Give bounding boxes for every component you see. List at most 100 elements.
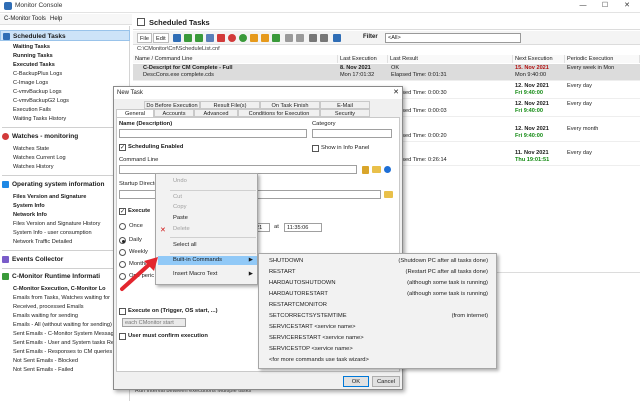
tab-on-task-finish[interactable]: On Task Finish bbox=[260, 101, 320, 109]
cancel-button[interactable]: Cancel bbox=[372, 376, 400, 387]
nav-not-sent-failed[interactable]: Not Sent Emails - Failed bbox=[13, 367, 73, 374]
trigger-select[interactable]: each CMonitor start bbox=[122, 318, 186, 327]
menu-cmonitor-tools[interactable]: C-Monitor Tools bbox=[4, 16, 46, 22]
add-wizard-icon[interactable] bbox=[195, 34, 203, 42]
nav-files-version-history[interactable]: Files Version and Signature History bbox=[13, 221, 100, 228]
daily-radio[interactable] bbox=[119, 237, 126, 244]
menu-item-undo[interactable]: Undo bbox=[173, 178, 187, 184]
nav-not-sent-blocked[interactable]: Not Sent Emails - Blocked bbox=[13, 358, 78, 365]
column-header-next-execution[interactable]: Next Execution bbox=[513, 55, 565, 63]
redo-icon[interactable] bbox=[296, 34, 304, 42]
undo-icon[interactable] bbox=[285, 34, 293, 42]
tab-do-before-execution[interactable]: Do Before Execution bbox=[144, 101, 200, 109]
settings-icon[interactable] bbox=[250, 34, 258, 42]
nav-cbackupplus-logs[interactable]: C-BackupPlus Logs bbox=[13, 71, 62, 78]
submenu-item-servicestart[interactable]: SERVICESTART <service name> bbox=[269, 324, 356, 330]
confirm-execution-checkbox[interactable] bbox=[119, 333, 126, 340]
menu-item-delete[interactable]: Delete bbox=[173, 226, 190, 232]
name-input[interactable] bbox=[119, 129, 307, 138]
move-up-icon[interactable] bbox=[309, 34, 317, 42]
nav-sent-user-system[interactable]: Sent Emails - User and System tasks Re bbox=[13, 340, 114, 347]
lock-icon[interactable] bbox=[362, 166, 369, 174]
column-header-last-result[interactable]: Last Result bbox=[388, 55, 513, 63]
column-header-periodic[interactable]: Periodic Execution bbox=[565, 55, 640, 63]
section-runtime-information[interactable]: C-Monitor Runtime Informati bbox=[0, 271, 130, 282]
nav-sent-responses[interactable]: Sent Emails - Responses to CM queries bbox=[13, 349, 112, 356]
enable-icon[interactable] bbox=[239, 34, 247, 42]
nav-network-traffic[interactable]: Network Traffic Detailed bbox=[13, 239, 72, 246]
folder-icon[interactable] bbox=[384, 191, 393, 198]
menu-item-copy[interactable]: Copy bbox=[173, 204, 187, 210]
move-down-icon[interactable] bbox=[320, 34, 328, 42]
nav-files-version[interactable]: Files Version and Signature bbox=[13, 194, 86, 201]
nav-waiting-tasks[interactable]: Waiting Tasks bbox=[13, 44, 50, 51]
submenu-item-shutdown[interactable]: SHUTDOWN bbox=[269, 258, 303, 264]
tab-general[interactable]: General bbox=[116, 109, 154, 117]
menu-item-select-all[interactable]: Select all bbox=[173, 242, 197, 248]
submenu-item-more-commands[interactable]: <for more commands use task wizard> bbox=[269, 357, 369, 363]
submenu-item-restart[interactable]: RESTART bbox=[269, 269, 296, 275]
nav-running-tasks[interactable]: Running Tasks bbox=[13, 53, 53, 60]
nav-cimage-logs[interactable]: C-Image Logs bbox=[13, 80, 48, 87]
folder-icon[interactable] bbox=[372, 166, 381, 173]
file-menu-button[interactable]: File bbox=[137, 33, 153, 43]
dialog-close-icon[interactable]: ✕ bbox=[393, 87, 399, 99]
tab-email[interactable]: E-Mail bbox=[320, 101, 370, 109]
submenu-item-restartcmonitor[interactable]: RESTARTCMONITOR bbox=[269, 302, 327, 308]
column-header-last-execution[interactable]: Last Execution bbox=[338, 55, 388, 63]
submenu-item-servicerestart[interactable]: SERVICERESTART <service name> bbox=[269, 335, 364, 341]
nav-emails-waiting[interactable]: Emails waiting for sending bbox=[13, 313, 78, 320]
execute-on-checkbox[interactable] bbox=[119, 308, 126, 315]
nav-cvmvbackupg2-logs[interactable]: C-vmvBackupG2 Logs bbox=[13, 98, 69, 105]
add-icon[interactable] bbox=[184, 34, 192, 42]
submenu-item-servicestop[interactable]: SERVICESTOP <service name> bbox=[269, 346, 353, 352]
section-events-collector[interactable]: Events Collector bbox=[0, 254, 130, 265]
nav-sent-system[interactable]: Sent Emails - C-Monitor System Messag bbox=[13, 331, 114, 338]
nav-watches-state[interactable]: Watches State bbox=[13, 146, 49, 153]
nav-executed-tasks[interactable]: Executed Tasks bbox=[13, 62, 55, 69]
tab-result-files[interactable]: Result File(s) bbox=[200, 101, 260, 109]
refresh-icon[interactable] bbox=[333, 34, 341, 42]
section-os-information[interactable]: Operating system information bbox=[0, 179, 130, 190]
submenu-item-hardautorestart[interactable]: HARDAUTORESTART bbox=[269, 291, 328, 297]
maximize-button[interactable]: ☐ bbox=[594, 0, 616, 13]
scheduling-enabled-checkbox[interactable]: ✓ bbox=[119, 144, 126, 151]
section-watches[interactable]: Watches - monitoring bbox=[0, 131, 130, 142]
header-checkbox[interactable] bbox=[137, 18, 145, 26]
column-header-name[interactable]: Name / Command Line bbox=[133, 55, 338, 63]
submenu-item-setcorrectsystemtime[interactable]: SETCORRECTSYSTEMTIME bbox=[269, 313, 347, 319]
stop-icon[interactable] bbox=[228, 34, 236, 42]
nav-cmonitor-execution[interactable]: C-Monitor Execution, C-Monitor Lo bbox=[13, 286, 106, 293]
tab-conditions[interactable]: Conditions for Execution bbox=[238, 109, 320, 117]
execute-checkbox[interactable]: ✓ bbox=[119, 208, 126, 215]
nav-execution-fails[interactable]: Execution Fails bbox=[13, 107, 51, 114]
edit-menu-button[interactable]: Edit bbox=[153, 33, 169, 43]
menu-help[interactable]: Help bbox=[50, 16, 62, 22]
nav-network-info[interactable]: Network Info bbox=[13, 212, 47, 219]
edit-icon[interactable] bbox=[206, 34, 214, 42]
tab-advanced[interactable]: Advanced bbox=[194, 109, 238, 117]
delete-icon[interactable] bbox=[217, 34, 225, 42]
tab-security[interactable]: Security bbox=[320, 109, 370, 117]
minimize-button[interactable]: — bbox=[572, 0, 594, 13]
nav-received-emails[interactable]: Received, processed Emails bbox=[13, 304, 84, 311]
time-input[interactable]: 11:35:06 bbox=[284, 223, 322, 232]
help-icon[interactable] bbox=[384, 166, 391, 173]
submenu-item-hardautoshutdown[interactable]: HARDAUTOSHUTDOWN bbox=[269, 280, 336, 286]
nav-emails-from-tasks[interactable]: Emails from Tasks, Watches waiting for bbox=[13, 295, 110, 302]
nav-emails-all[interactable]: Emails - All (without waiting for sendin… bbox=[13, 322, 112, 329]
category-select[interactable] bbox=[312, 129, 392, 138]
close-button[interactable]: ✕ bbox=[616, 0, 638, 13]
nav-waiting-tasks-history[interactable]: Waiting Tasks History bbox=[13, 116, 66, 123]
nav-system-info-user[interactable]: System Info - user consumption bbox=[13, 230, 92, 237]
show-info-panel-checkbox[interactable] bbox=[312, 145, 319, 152]
nav-watches-history[interactable]: Watches History bbox=[13, 164, 54, 171]
menu-item-paste[interactable]: Paste bbox=[173, 215, 188, 221]
filter-select[interactable]: <All> bbox=[385, 33, 521, 43]
run-icon[interactable] bbox=[272, 34, 280, 42]
menu-item-cut[interactable]: Cut bbox=[173, 194, 182, 200]
nav-watches-current-log[interactable]: Watches Current Log bbox=[13, 155, 66, 162]
schedule-icon[interactable] bbox=[261, 34, 269, 42]
open-icon[interactable] bbox=[173, 34, 181, 42]
ok-button[interactable]: OK bbox=[343, 376, 369, 387]
